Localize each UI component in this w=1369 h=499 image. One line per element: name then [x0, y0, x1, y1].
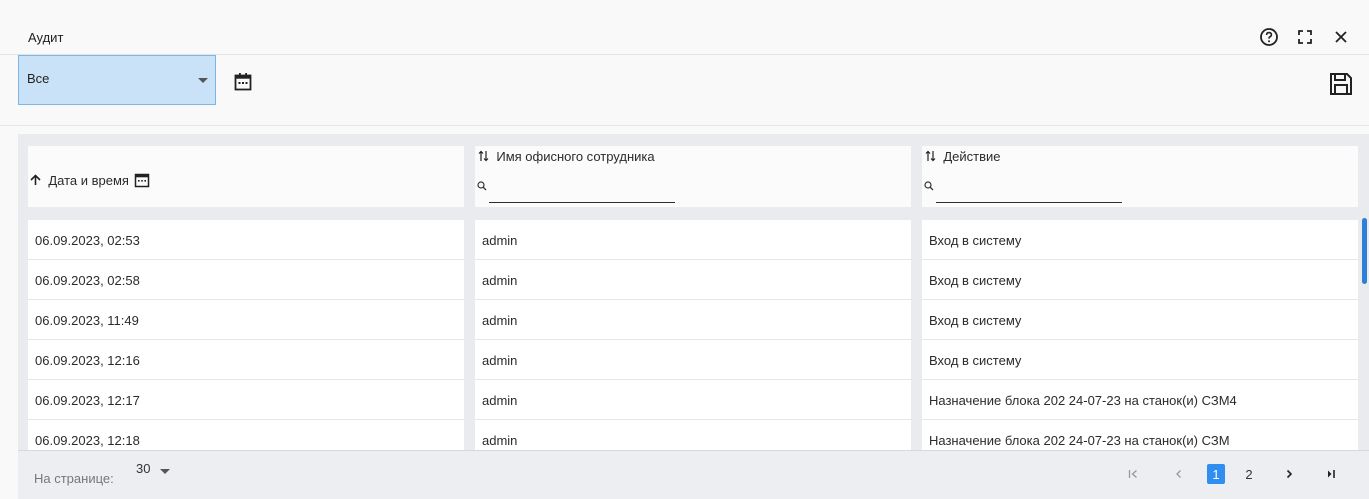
help-icon[interactable] — [1258, 26, 1280, 48]
column-header-action[interactable]: Действие — [922, 146, 1358, 207]
cell-datetime: 06.09.2023, 11:49 — [28, 300, 464, 340]
table-row[interactable]: 06.09.2023, 12:17 admin Назначение блока… — [28, 380, 1358, 420]
per-page-select[interactable]: 30 — [130, 458, 176, 492]
search-icon — [924, 181, 934, 191]
table-row[interactable]: 06.09.2023, 11:49 admin Вход в систему — [28, 300, 1358, 340]
filter-select[interactable]: Все — [18, 55, 216, 105]
cell-user: admin — [475, 300, 911, 340]
calendar-icon[interactable] — [233, 72, 253, 92]
audit-table: Дата и время Имя офисного сотрудника Дей… — [18, 134, 1369, 450]
per-page-label: На странице: — [34, 471, 114, 486]
cell-action: Назначение блока 202 24-07-23 на станок(… — [922, 380, 1358, 420]
cell-datetime: 06.09.2023, 12:16 — [28, 340, 464, 380]
last-page-icon[interactable] — [1324, 464, 1338, 484]
cell-action: Назначение блока 202 24-07-23 на станок(… — [922, 420, 1358, 450]
cell-user: admin — [475, 220, 911, 260]
filter-underline — [936, 202, 1122, 203]
column-calendar-icon[interactable] — [134, 172, 150, 191]
first-page-icon[interactable] — [1126, 464, 1140, 484]
chevron-down-icon — [160, 469, 170, 474]
per-page-value: 30 — [136, 461, 151, 476]
sort-icon[interactable] — [925, 150, 939, 164]
save-icon[interactable] — [1328, 71, 1354, 97]
cell-user: admin — [475, 380, 911, 420]
table-row[interactable]: 06.09.2023, 02:58 admin Вход в систему — [28, 260, 1358, 300]
filter-select-value: Все — [27, 71, 50, 86]
column-label-user: Имя офисного сотрудника — [496, 149, 655, 164]
fullscreen-icon[interactable] — [1294, 26, 1316, 48]
cell-datetime: 06.09.2023, 02:58 — [28, 260, 464, 300]
cell-action: Вход в систему — [922, 340, 1358, 380]
close-icon[interactable] — [1330, 26, 1352, 48]
cell-action: Вход в систему — [922, 260, 1358, 300]
table-row[interactable]: 06.09.2023, 02:53 admin Вход в систему — [28, 220, 1358, 260]
window-titlebar: Аудит — [0, 0, 1369, 55]
column-label-datetime: Дата и время — [48, 173, 129, 188]
table-row[interactable]: 06.09.2023, 12:16 admin Вход в систему — [28, 340, 1358, 380]
table-row[interactable]: 06.09.2023, 12:18 admin Назначение блока… — [28, 420, 1358, 450]
cell-action: Вход в систему — [922, 300, 1358, 340]
sort-asc-icon[interactable] — [30, 174, 44, 188]
sort-icon[interactable] — [478, 150, 492, 164]
previous-page-icon[interactable] — [1172, 464, 1186, 484]
action-filter-input[interactable] — [936, 174, 1132, 200]
filter-underline — [489, 202, 675, 203]
search-icon — [477, 181, 487, 191]
cell-datetime: 06.09.2023, 02:53 — [28, 220, 464, 260]
cell-action: Вход в систему — [922, 220, 1358, 260]
pagination-bar: На странице: 30 1 2 — [18, 450, 1369, 499]
cell-datetime: 06.09.2023, 12:18 — [28, 420, 464, 450]
cell-user: admin — [475, 340, 911, 380]
cell-user: admin — [475, 420, 911, 450]
page-button-1[interactable]: 1 — [1207, 464, 1225, 484]
next-page-icon[interactable] — [1282, 464, 1296, 484]
column-header-user[interactable]: Имя офисного сотрудника — [475, 146, 911, 207]
chevron-down-icon — [198, 78, 208, 83]
page-button-2[interactable]: 2 — [1242, 464, 1256, 484]
window-title: Аудит — [28, 30, 64, 45]
column-label-action: Действие — [943, 149, 1001, 164]
cell-datetime: 06.09.2023, 12:17 — [28, 380, 464, 420]
cell-user: admin — [475, 260, 911, 300]
user-filter-input[interactable] — [489, 174, 685, 200]
vertical-scrollbar[interactable] — [1362, 218, 1367, 284]
column-header-datetime[interactable]: Дата и время — [28, 146, 464, 207]
